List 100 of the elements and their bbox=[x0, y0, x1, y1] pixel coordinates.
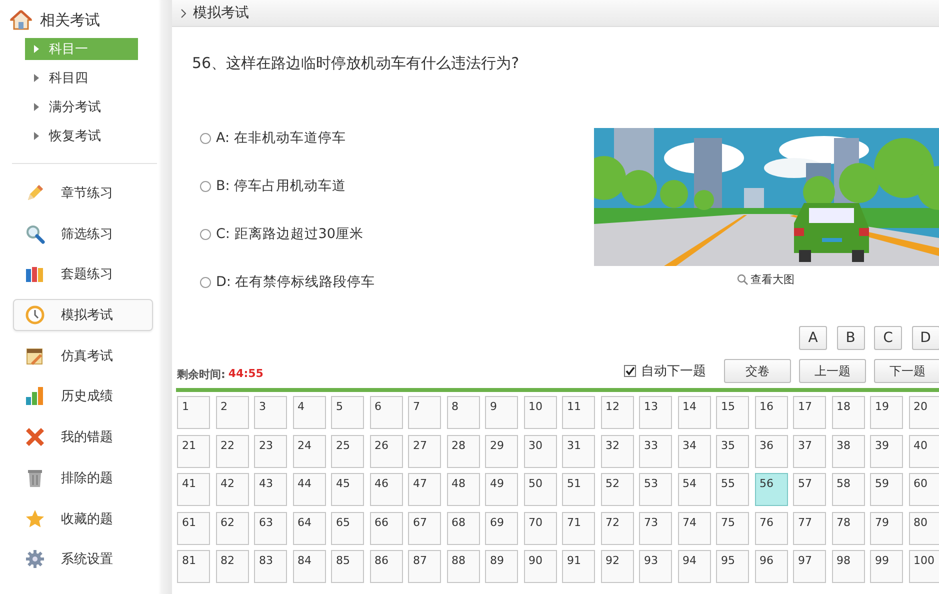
question-number-cell[interactable]: 88 bbox=[446, 550, 480, 583]
question-number-cell[interactable]: 33 bbox=[639, 434, 672, 468]
question-number-cell[interactable]: 79 bbox=[870, 512, 903, 544]
question-number-cell[interactable]: 83 bbox=[254, 550, 287, 583]
question-number-cell[interactable]: 81 bbox=[177, 550, 210, 583]
question-number-cell[interactable]: 77 bbox=[793, 512, 826, 544]
question-number-cell[interactable]: 12 bbox=[600, 396, 634, 429]
exam-subject-item[interactable]: 满分考试 bbox=[25, 96, 138, 118]
question-number-cell[interactable]: 7 bbox=[408, 396, 441, 429]
question-number-cell[interactable]: 89 bbox=[485, 550, 518, 583]
question-number-cell[interactable]: 19 bbox=[870, 396, 903, 429]
question-number-cell[interactable]: 23 bbox=[254, 434, 287, 468]
menu-item[interactable]: 筛选练习 bbox=[13, 218, 153, 250]
question-number-cell[interactable]: 36 bbox=[754, 434, 788, 468]
question-number-cell[interactable]: 97 bbox=[793, 550, 826, 583]
action-button[interactable]: 下一题 bbox=[874, 359, 939, 383]
question-number-cell[interactable]: 9 bbox=[485, 396, 518, 429]
question-number-cell[interactable]: 98 bbox=[832, 550, 864, 583]
menu-item[interactable]: 模拟考试 bbox=[13, 299, 153, 332]
question-number-cell[interactable]: 94 bbox=[678, 550, 710, 583]
question-number-cell[interactable]: 17 bbox=[793, 396, 826, 429]
question-number-cell[interactable]: 10 bbox=[524, 396, 556, 429]
question-number-cell[interactable]: 48 bbox=[446, 473, 480, 506]
question-number-cell[interactable]: 58 bbox=[832, 473, 864, 506]
question-number-cell[interactable]: 14 bbox=[678, 396, 710, 429]
question-number-cell[interactable]: 86 bbox=[370, 550, 402, 583]
question-number-cell[interactable]: 56 bbox=[754, 473, 788, 506]
question-number-cell[interactable]: 55 bbox=[716, 473, 749, 506]
question-number-cell[interactable]: 46 bbox=[370, 473, 402, 506]
question-number-cell[interactable]: 52 bbox=[600, 473, 634, 506]
radio-button[interactable] bbox=[200, 228, 211, 240]
question-number-cell[interactable]: 70 bbox=[524, 512, 556, 544]
question-number-cell[interactable]: 49 bbox=[485, 473, 518, 506]
question-number-cell[interactable]: 22 bbox=[216, 434, 248, 468]
question-number-cell[interactable]: 45 bbox=[331, 473, 364, 506]
question-number-cell[interactable]: 24 bbox=[292, 434, 326, 468]
question-number-cell[interactable]: 16 bbox=[754, 396, 788, 429]
question-number-cell[interactable]: 60 bbox=[908, 473, 939, 506]
question-number-cell[interactable]: 61 bbox=[177, 512, 210, 544]
question-number-cell[interactable]: 53 bbox=[639, 473, 672, 506]
question-number-cell[interactable]: 35 bbox=[716, 434, 749, 468]
question-number-cell[interactable]: 92 bbox=[600, 550, 634, 583]
question-number-cell[interactable]: 32 bbox=[600, 434, 634, 468]
menu-item[interactable]: 历史成绩 bbox=[13, 380, 153, 412]
menu-item[interactable]: 仿真考试 bbox=[13, 340, 153, 372]
question-number-cell[interactable]: 47 bbox=[408, 473, 441, 506]
question-number-cell[interactable]: 5 bbox=[331, 396, 364, 429]
menu-item[interactable]: 收藏的题 bbox=[13, 502, 153, 534]
question-number-cell[interactable]: 30 bbox=[524, 434, 556, 468]
answer-button[interactable]: B bbox=[836, 326, 864, 350]
radio-button[interactable] bbox=[200, 132, 211, 144]
question-number-cell[interactable]: 63 bbox=[254, 512, 287, 544]
menu-item[interactable]: 套题练习 bbox=[13, 258, 153, 290]
radio-button[interactable] bbox=[200, 180, 211, 192]
question-number-cell[interactable]: 84 bbox=[292, 550, 326, 583]
question-number-cell[interactable]: 75 bbox=[716, 512, 749, 544]
question-number-cell[interactable]: 74 bbox=[678, 512, 710, 544]
question-number-cell[interactable]: 64 bbox=[292, 512, 326, 544]
question-number-cell[interactable]: 80 bbox=[908, 512, 939, 544]
question-number-cell[interactable]: 90 bbox=[524, 550, 556, 583]
question-number-cell[interactable]: 51 bbox=[562, 473, 595, 506]
question-number-cell[interactable]: 43 bbox=[254, 473, 287, 506]
question-number-cell[interactable]: 96 bbox=[754, 550, 788, 583]
question-number-cell[interactable]: 72 bbox=[600, 512, 634, 544]
question-number-cell[interactable]: 11 bbox=[562, 396, 595, 429]
question-number-cell[interactable]: 31 bbox=[562, 434, 595, 468]
question-number-cell[interactable]: 28 bbox=[446, 434, 480, 468]
question-number-cell[interactable]: 25 bbox=[331, 434, 364, 468]
action-button[interactable]: 交卷 bbox=[724, 359, 791, 383]
question-number-cell[interactable]: 40 bbox=[908, 434, 939, 468]
answer-button[interactable]: D bbox=[912, 326, 939, 350]
question-number-cell[interactable]: 39 bbox=[870, 434, 903, 468]
question-number-cell[interactable]: 18 bbox=[832, 396, 864, 429]
question-number-cell[interactable]: 42 bbox=[216, 473, 248, 506]
question-number-cell[interactable]: 26 bbox=[370, 434, 402, 468]
view-large-image-link[interactable]: 查看大图 bbox=[736, 272, 794, 287]
question-number-cell[interactable]: 65 bbox=[331, 512, 364, 544]
question-number-cell[interactable]: 3 bbox=[254, 396, 287, 429]
question-number-cell[interactable]: 59 bbox=[870, 473, 903, 506]
question-number-cell[interactable]: 87 bbox=[408, 550, 441, 583]
question-number-cell[interactable]: 2 bbox=[216, 396, 248, 429]
question-number-cell[interactable]: 78 bbox=[832, 512, 864, 544]
question-number-cell[interactable]: 85 bbox=[331, 550, 364, 583]
question-number-cell[interactable]: 73 bbox=[639, 512, 672, 544]
question-number-cell[interactable]: 67 bbox=[408, 512, 441, 544]
radio-button[interactable] bbox=[200, 276, 211, 288]
question-number-cell[interactable]: 13 bbox=[639, 396, 672, 429]
question-number-cell[interactable]: 34 bbox=[678, 434, 710, 468]
question-number-cell[interactable]: 27 bbox=[408, 434, 441, 468]
question-number-cell[interactable]: 66 bbox=[370, 512, 402, 544]
menu-item[interactable]: 章节练习 bbox=[13, 177, 153, 209]
question-number-cell[interactable]: 95 bbox=[716, 550, 749, 583]
menu-item[interactable]: 系统设置 bbox=[13, 543, 153, 576]
answer-button[interactable]: A bbox=[799, 326, 827, 350]
action-button[interactable]: 上一题 bbox=[799, 359, 866, 383]
question-number-cell[interactable]: 69 bbox=[485, 512, 518, 544]
question-number-cell[interactable]: 68 bbox=[446, 512, 480, 544]
question-number-cell[interactable]: 50 bbox=[524, 473, 556, 506]
question-number-cell[interactable]: 76 bbox=[754, 512, 788, 544]
question-number-cell[interactable]: 82 bbox=[216, 550, 248, 583]
